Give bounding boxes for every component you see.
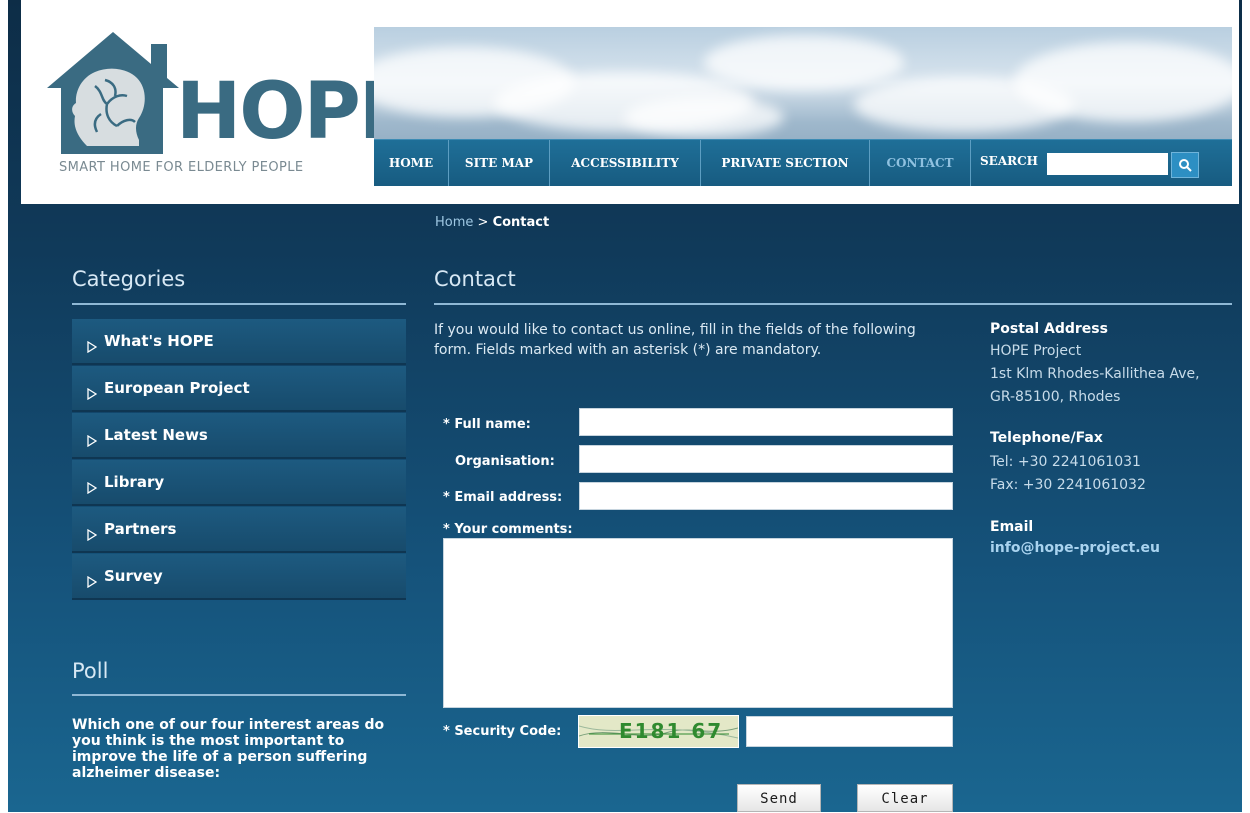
full-name-field[interactable] <box>579 408 953 436</box>
house-head-logo-icon <box>47 32 179 154</box>
sidebar-item-library[interactable]: Library <box>72 460 406 506</box>
left-margin <box>0 0 8 812</box>
search-button[interactable] <box>1171 152 1199 178</box>
logo-tagline: SMART HOME FOR ELDERLY PEOPLE <box>59 160 304 175</box>
poll-title: Poll <box>72 659 109 683</box>
clear-button[interactable]: Clear <box>857 784 953 812</box>
email-field[interactable] <box>579 482 953 510</box>
form-intro: If you would like to contact us online, … <box>434 322 916 358</box>
nav-accessibility[interactable]: ACCESSIBILITY <box>550 140 701 186</box>
telephone-fax-heading: Telephone/Fax <box>990 430 1103 446</box>
sidebar-item-survey[interactable]: Survey <box>72 554 406 600</box>
send-button[interactable]: Send <box>737 784 821 812</box>
hope-logo[interactable]: HOPE SMART HOME FOR ELDERLY PEOPLE <box>43 26 412 186</box>
poll-divider <box>72 694 406 696</box>
sidebar-item-label: Survey <box>104 567 163 585</box>
email-label: * Email address: <box>443 490 563 505</box>
full-name-label: * Full name: <box>443 417 531 432</box>
comments-field[interactable] <box>443 538 953 708</box>
search-input[interactable] <box>1047 153 1168 175</box>
header-banner: HOME SITE MAP ACCESSIBILITY PRIVATE SECT… <box>374 27 1232 186</box>
nav-private-section[interactable]: PRIVATE SECTION <box>701 140 870 186</box>
captcha-image: E181 67 <box>578 715 739 748</box>
main-nav: HOME SITE MAP ACCESSIBILITY PRIVATE SECT… <box>374 139 1232 186</box>
nav-site-map[interactable]: SITE MAP <box>449 140 550 186</box>
fax-line: Fax: +30 2241061032 <box>990 477 1146 493</box>
sidebar-item-whats-hope[interactable]: What's HOPE <box>72 319 406 365</box>
telephone-line: Tel: +30 2241061031 <box>990 454 1141 470</box>
organisation-field[interactable] <box>579 445 953 473</box>
sidebar-item-label: What's HOPE <box>104 332 214 350</box>
page-title: Contact <box>434 267 516 291</box>
right-margin <box>1242 0 1250 812</box>
poll-question: Which one of our four interest areas do … <box>72 717 385 781</box>
postal-line: GR-85100, Rhodes <box>990 389 1121 405</box>
sidebar-item-partners[interactable]: Partners <box>72 507 406 553</box>
postal-line: 1st Klm Rhodes-Kallithea Ave, <box>990 366 1200 382</box>
sidebar-item-label: European Project <box>104 379 250 397</box>
site-header: HOPE SMART HOME FOR ELDERLY PEOPLE HOME … <box>21 0 1239 204</box>
nav-home[interactable]: HOME <box>374 140 449 186</box>
sidebar-item-european-project[interactable]: European Project <box>72 366 406 412</box>
sidebar-item-label: Latest News <box>104 426 208 444</box>
breadcrumb-separator: > <box>477 215 489 230</box>
captcha-code: E181 67 <box>619 719 724 743</box>
sidebar-item-label: Library <box>104 473 165 491</box>
categories-divider <box>72 303 406 305</box>
postal-address-heading: Postal Address <box>990 321 1108 337</box>
comments-label: * Your comments: <box>443 522 573 537</box>
security-code-field[interactable] <box>746 716 953 747</box>
search-icon <box>1179 159 1192 172</box>
email-link[interactable]: info@hope-project.eu <box>990 540 1160 556</box>
sidebar-item-latest-news[interactable]: Latest News <box>72 413 406 459</box>
security-code-label: * Security Code: <box>443 724 562 739</box>
breadcrumb: Home > Contact <box>435 215 549 230</box>
postal-line: HOPE Project <box>990 343 1082 359</box>
content-divider <box>434 303 1232 305</box>
organisation-label: Organisation: <box>455 454 555 469</box>
search-label: SEARCH <box>980 154 1038 168</box>
nav-contact[interactable]: CONTACT <box>870 140 971 186</box>
sidebar-item-label: Partners <box>104 520 177 538</box>
breadcrumb-home-link[interactable]: Home <box>435 215 473 230</box>
categories-title: Categories <box>72 267 186 291</box>
email-heading: Email <box>990 519 1034 535</box>
breadcrumb-current: Contact <box>492 215 550 230</box>
